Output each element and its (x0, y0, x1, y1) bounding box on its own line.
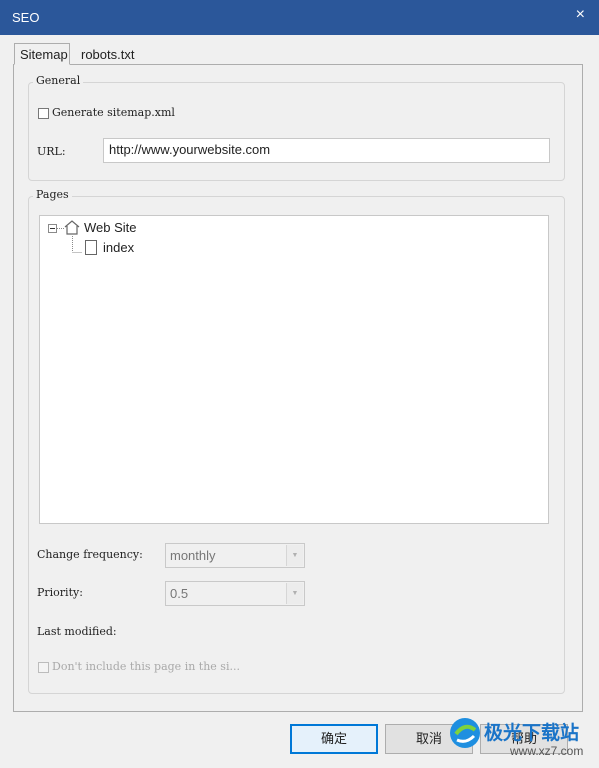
pages-group-caption: Pages (33, 188, 72, 201)
title-bar: SEO × (0, 0, 599, 35)
exclude-page-label: Don't include this page in the si... (52, 660, 240, 673)
priority-label: Priority: (37, 586, 83, 599)
tree-node-index[interactable]: index (103, 240, 134, 255)
exclude-page-checkbox[interactable] (38, 662, 49, 673)
tree-node-web-site[interactable]: Web Site (84, 220, 137, 235)
url-label: URL: (37, 145, 66, 158)
pages-tree[interactable]: Web Site index (39, 215, 549, 524)
watermark: 极光下载站 www.xz7.com (448, 712, 599, 768)
priority-select[interactable]: 0.5 ▼ (165, 581, 305, 606)
watermark-url: www.xz7.com (510, 744, 584, 758)
url-input[interactable]: http://www.yourwebsite.com (103, 138, 550, 163)
generate-sitemap-checkbox[interactable] (38, 108, 49, 119)
watermark-text: 极光下载站 (484, 723, 580, 744)
tab-robots-txt[interactable]: robots.txt (76, 44, 139, 66)
general-group-caption: General (33, 74, 84, 87)
chevron-down-icon[interactable]: ▼ (286, 545, 303, 566)
close-icon[interactable]: × (576, 6, 585, 24)
change-frequency-select[interactable]: monthly ▼ (165, 543, 305, 568)
window-title: SEO (12, 10, 40, 25)
change-frequency-label: Change frequency: (37, 548, 143, 561)
last-modified-label: Last modified: (37, 625, 117, 638)
watermark-logo-icon (450, 718, 480, 748)
change-frequency-value: monthly (170, 548, 216, 563)
priority-value: 0.5 (170, 586, 189, 601)
home-icon (64, 220, 80, 235)
chevron-down-icon[interactable]: ▼ (286, 583, 303, 604)
ok-button[interactable]: 确定 (290, 724, 378, 754)
general-group (28, 82, 565, 181)
generate-sitemap-label[interactable]: Generate sitemap.xml (52, 106, 175, 119)
page-icon (85, 240, 97, 255)
tab-sitemap[interactable]: Sitemap (14, 43, 70, 65)
